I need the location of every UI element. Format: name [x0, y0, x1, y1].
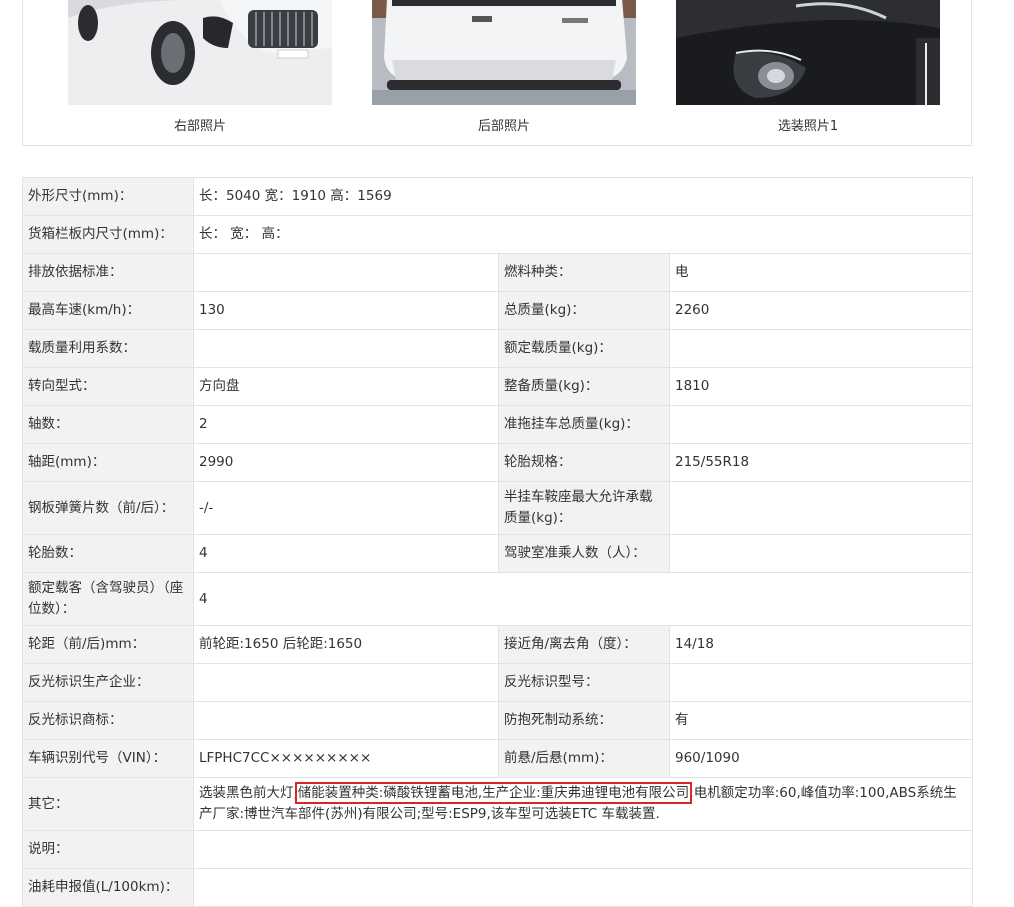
spec-label: 最高车速(km/h)： [22, 291, 194, 330]
spec-value [193, 329, 499, 368]
spec-label: 轴数： [22, 405, 194, 444]
table-row: 其它： 选装黑色前大灯,储能装置种类:磷酸铁锂蓄电池,生产企业:重庆弗迪锂电池有… [22, 777, 974, 831]
other-text-pre: 选装黑色前大灯, [199, 785, 298, 801]
table-row: 外形尺寸(mm)： 长：5040 宽：1910 高：1569 [22, 177, 974, 216]
spec-label: 反光标识型号： [498, 663, 670, 702]
table-row: 车辆识别代号（VIN）： LFPHC7CC××××××××× 前悬/后悬(mm)… [22, 739, 974, 778]
spec-label: 额定载客（含驾驶员）（座位数）： [22, 572, 194, 626]
car-front-right-photo-icon[interactable] [68, 0, 332, 105]
spec-value: 130 [193, 291, 499, 330]
spec-table: 外形尺寸(mm)： 长：5040 宽：1910 高：1569 货箱栏板内尺寸(m… [22, 177, 974, 907]
highlighted-battery-info: 储能装置种类:磷酸铁锂蓄电池,生产企业:重庆弗迪锂电池有限公司 [294, 782, 693, 804]
table-row: 货箱栏板内尺寸(mm)： 长： 宽： 高： [22, 215, 974, 254]
table-row: 油耗申报值(L/100km)： [22, 868, 974, 907]
spec-label: 半挂车鞍座最大允许承载质量(kg)： [498, 481, 670, 535]
table-row: 额定载客（含驾驶员）（座位数）： 4 [22, 572, 974, 626]
spec-value: 长：5040 宽：1910 高：1569 [192, 177, 974, 216]
spec-value [192, 830, 974, 869]
spec-label: 准拖挂车总质量(kg)： [498, 405, 670, 444]
spec-value [668, 405, 974, 444]
photo-caption: 右部照片 [173, 119, 226, 134]
table-row: 轮距（前/后)mm： 前轮距:1650 后轮距:1650 接近角/离去角（度）：… [22, 625, 974, 664]
spec-label: 轮距（前/后)mm： [22, 625, 194, 664]
photo-caption: 选装照片1 [777, 119, 839, 134]
spec-label: 钢板弹簧片数（前/后）： [22, 481, 194, 535]
spec-label: 外形尺寸(mm)： [22, 177, 194, 216]
spec-value [668, 534, 974, 573]
spec-label: 防抱死制动系统： [498, 701, 670, 740]
spec-value: 有 [668, 701, 974, 740]
spec-value [192, 868, 974, 907]
spec-label: 燃料种类： [498, 253, 670, 292]
table-row: 转向型式： 方向盘 整备质量(kg)： 1810 [22, 367, 974, 406]
table-row: 排放依据标准： 燃料种类： 电 [22, 253, 974, 292]
table-row: 轴数： 2 准拖挂车总质量(kg)： [22, 405, 974, 444]
spec-value: 14/18 [668, 625, 974, 664]
spec-label: 接近角/离去角（度）： [498, 625, 670, 664]
spec-value: 方向盘 [193, 367, 499, 406]
spec-label: 油耗申报值(L/100km)： [22, 868, 194, 907]
table-row: 轴距(mm)： 2990 轮胎规格： 215/55R18 [22, 443, 974, 482]
spec-value: 2990 [193, 443, 499, 482]
spec-value: LFPHC7CC××××××××× [193, 739, 499, 778]
spec-value [193, 701, 499, 740]
spec-value [193, 663, 499, 702]
spec-value: 4 [192, 572, 974, 626]
photo-caption: 后部照片 [477, 119, 530, 134]
spec-label: 转向型式： [22, 367, 194, 406]
spec-value: 960/1090 [668, 739, 974, 778]
spec-value: 2 [193, 405, 499, 444]
table-row: 轮胎数： 4 驾驶室准乘人数（人）： [22, 534, 974, 573]
spec-label: 车辆识别代号（VIN）： [22, 739, 194, 778]
spec-value: 2260 [668, 291, 974, 330]
spec-value [668, 481, 974, 535]
spec-value: 前轮距:1650 后轮距:1650 [193, 625, 499, 664]
table-row: 钢板弹簧片数（前/后）： -/- 半挂车鞍座最大允许承载质量(kg)： [22, 481, 974, 535]
spec-label: 反光标识商标： [22, 701, 194, 740]
spec-label: 轮胎数： [22, 534, 194, 573]
car-rear-photo-icon[interactable] [372, 0, 636, 105]
table-row: 反光标识商标： 防抱死制动系统： 有 [22, 701, 974, 740]
spec-label: 反光标识生产企业： [22, 663, 194, 702]
spec-label: 说明： [22, 830, 194, 869]
spec-value: 215/55R18 [668, 443, 974, 482]
spec-value: 1810 [668, 367, 974, 406]
spec-label: 总质量(kg)： [498, 291, 670, 330]
spec-label: 载质量利用系数： [22, 329, 194, 368]
photo-gallery: 右部照片 后部照片 选装照片1 [22, 0, 972, 146]
spec-label: 整备质量(kg)： [498, 367, 670, 406]
spec-label: 货箱栏板内尺寸(mm)： [22, 215, 194, 254]
spec-label: 额定载质量(kg)： [498, 329, 670, 368]
table-row: 最高车速(km/h)： 130 总质量(kg)： 2260 [22, 291, 974, 330]
table-row: 说明： [22, 830, 974, 869]
spec-value [668, 663, 974, 702]
spec-value [193, 253, 499, 292]
spec-value: 电 [668, 253, 974, 292]
spec-value: 4 [193, 534, 499, 573]
table-row: 载质量利用系数： 额定载质量(kg)： [22, 329, 974, 368]
spec-label: 轴距(mm)： [22, 443, 194, 482]
car-headlight-photo-icon[interactable] [676, 0, 940, 105]
spec-label: 驾驶室准乘人数（人）： [498, 534, 670, 573]
spec-value: -/- [193, 481, 499, 535]
spec-value-other: 选装黑色前大灯,储能装置种类:磷酸铁锂蓄电池,生产企业:重庆弗迪锂电池有限公司;… [192, 777, 974, 831]
spec-label: 其它： [22, 777, 194, 831]
spec-label: 前悬/后悬(mm)： [498, 739, 670, 778]
spec-label: 排放依据标准： [22, 253, 194, 292]
spec-value [668, 329, 974, 368]
spec-value: 长： 宽： 高： [192, 215, 974, 254]
table-row: 反光标识生产企业： 反光标识型号： [22, 663, 974, 702]
spec-label: 轮胎规格： [498, 443, 670, 482]
